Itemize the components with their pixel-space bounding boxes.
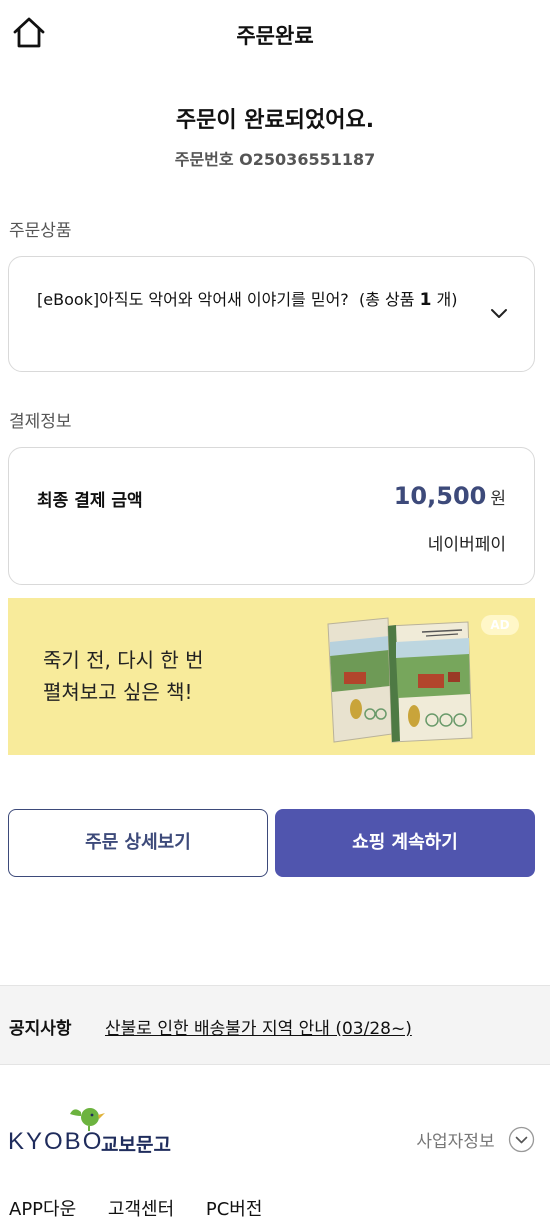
product-count-prefix: (총 상품 — [358, 290, 415, 309]
product-count: 1 — [419, 290, 432, 310]
final-payment-label: 최종 결제 금액 — [37, 491, 143, 511]
chevron-down-icon[interactable] — [488, 302, 510, 324]
ad-banner[interactable]: 죽기 전, 다시 한 번 펼쳐보고 싶은 책! AD — [8, 598, 535, 755]
notice-bar: 공지사항 산불로 인한 배송불가 지역 안내 (03/28~) — [0, 985, 550, 1065]
page-title: 주문완료 — [236, 24, 314, 48]
product-title: [eBook]아직도 악어와 악어새 이야기를 믿어? — [37, 290, 349, 309]
logo-text-kr: 교보문고 — [101, 1134, 171, 1156]
product-count-suffix: 개) — [436, 290, 458, 309]
ad-line-2: 펼쳐보고 싶은 책! — [43, 680, 193, 704]
logo-text-en: KYOBO — [8, 1128, 104, 1155]
ordered-products-card[interactable]: [eBook]아직도 악어와 악어새 이야기를 믿어? (총 상품 1 개) — [8, 256, 535, 372]
payment-method: 네이버페이 — [427, 535, 506, 555]
amount-value: 10,500 — [393, 482, 487, 510]
ad-line-1: 죽기 전, 다시 한 번 — [43, 648, 204, 672]
business-info-toggle[interactable]: 사업자정보 — [416, 1126, 535, 1153]
book-cover-image — [327, 617, 473, 743]
product-summary: [eBook]아직도 악어와 악어새 이야기를 믿어? (총 상품 1 개) — [37, 285, 485, 315]
circle-chevron-down-icon — [508, 1126, 535, 1153]
payment-info-label: 결제정보 — [9, 412, 72, 432]
top-header: 주문완료 — [0, 0, 550, 70]
footer-link-app-download[interactable]: APP다운 — [9, 1199, 76, 1220]
order-complete-message: 주문이 완료되었어요. — [175, 108, 375, 133]
currency-unit: 원 — [490, 489, 506, 509]
kyobo-logo[interactable]: KYOBO 교보문고 — [8, 1104, 178, 1156]
notice-link[interactable]: 산불로 인한 배송불가 지역 안내 (03/28~) — [105, 1014, 412, 1039]
notice-label: 공지사항 — [9, 1019, 72, 1039]
footer-link-customer-center[interactable]: 고객센터 — [108, 1199, 174, 1220]
ad-copy: 죽기 전, 다시 한 번 펼쳐보고 싶은 책! — [43, 644, 204, 708]
footer-links: APP다운 고객센터 PC버전 — [9, 1195, 288, 1221]
footer-link-pc-version[interactable]: PC버전 — [206, 1199, 263, 1220]
business-info-label: 사업자정보 — [416, 1132, 495, 1152]
payment-info-card: 최종 결제 금액 10,500 원 네이버페이 — [8, 447, 535, 585]
final-payment-amount: 10,500 원 — [394, 482, 506, 510]
ad-badge: AD — [481, 615, 519, 635]
continue-shopping-button[interactable]: 쇼핑 계속하기 — [275, 809, 535, 877]
ordered-products-label: 주문상품 — [9, 221, 72, 241]
order-number: 주문번호 O25036551187 — [174, 150, 376, 169]
order-detail-button[interactable]: 주문 상세보기 — [8, 809, 268, 877]
